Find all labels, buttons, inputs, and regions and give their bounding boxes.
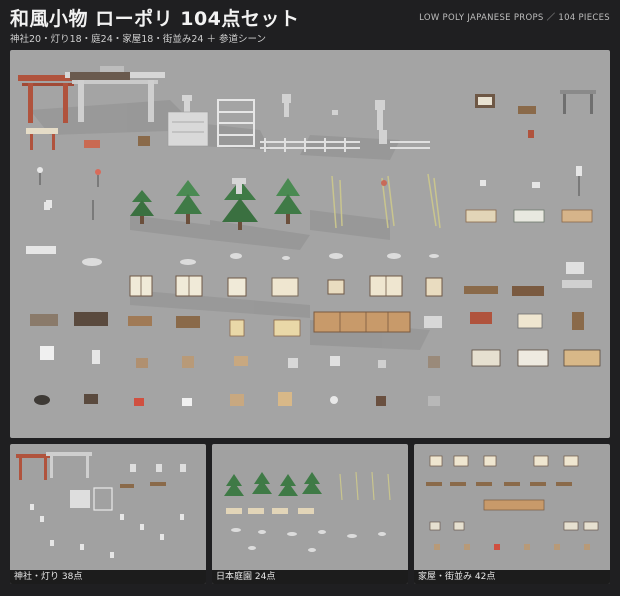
thumbnail-caption: 日本庭園 24点 [212,570,408,584]
thumbnail-caption: 神社・灯り 38点 [10,570,206,584]
screen-panels-row [465,209,593,223]
benches-row [464,262,592,296]
garden-lamps [44,166,582,210]
folding-screens [471,349,601,367]
header: 和風小物 ローポリ 104点セット 神社20・灯り18・庭24・家屋18・街並み… [10,4,610,48]
thumbnail-japanese-garden: 日本庭園 24点 [212,444,408,584]
sign-boards-row1 [475,90,596,114]
thumbnail-3-render [426,455,599,550]
bottom-row-items [34,392,440,406]
props-render [18,66,601,406]
main-preview-render [10,50,610,438]
fence-row [260,138,430,152]
thumbnail-houses-streets: 家屋・街並み 42点 [414,444,610,584]
thumbnail-2-render [224,471,391,552]
thumbnail-shrine-lights: 神社・灯り 38点 [10,444,206,584]
offering-box [167,111,209,147]
thumbnail-caption: 家屋・街並み 42点 [414,570,610,584]
english-caption: LOW POLY JAPANESE PROPS ／ 104 PIECES [419,13,610,23]
page-subtitle: 神社20・灯り18・庭24・家屋18・街並み24 ＋ 参道シーン [10,34,267,45]
stones-row [26,246,439,266]
shoji-doors [129,275,443,297]
page-title: 和風小物 ローポリ 104点セット [10,8,300,30]
small-lanterns [37,167,101,220]
thumbnail-1-render [16,452,186,558]
barrels-props [40,346,440,368]
